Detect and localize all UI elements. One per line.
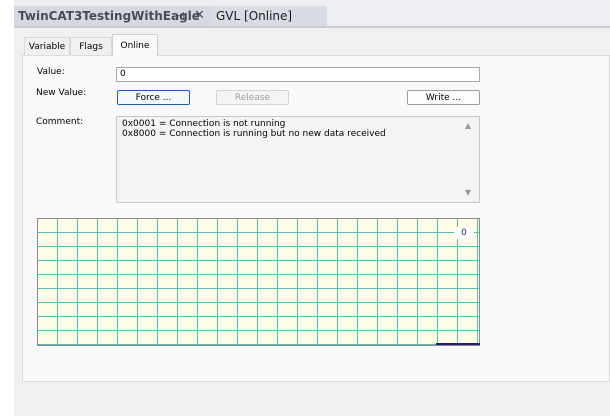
close-icon[interactable]: ✕ — [194, 8, 205, 23]
value-field: 0 — [116, 67, 480, 82]
write-button[interactable]: Write ... — [407, 90, 480, 105]
new-value-label: New Value: — [36, 88, 87, 98]
chart-plot-area — [37, 218, 480, 346]
pin-icon[interactable]: ⊣ — [176, 11, 185, 22]
chart-value-readout: 0 — [454, 227, 474, 239]
tab-variable[interactable]: Variable — [24, 37, 70, 55]
left-edge-panel — [0, 0, 15, 416]
scroll-up-icon[interactable]: ▲ — [465, 121, 471, 130]
document-tab-gvl[interactable]: GVL [Online] — [212, 6, 327, 26]
value-label: Value: — [37, 67, 65, 77]
force-button[interactable]: Force ... — [117, 90, 190, 105]
tab-flags[interactable]: Flags — [70, 37, 112, 55]
comment-label: Comment: — [36, 117, 84, 127]
release-button[interactable]: Release — [216, 90, 289, 105]
comment-line: 0x8000 = Connection is running but no ne… — [122, 129, 386, 139]
online-trend-chart — [37, 218, 480, 346]
comment-line: 0x0001 = Connection is not running — [122, 119, 286, 129]
document-tab-gvl-title: GVL [Online] — [216, 9, 293, 23]
document-tab-project-title: TwinCAT3TestingWithEagle — [18, 9, 200, 23]
tab-online[interactable]: Online — [112, 34, 158, 56]
scroll-down-icon[interactable]: ▼ — [465, 188, 471, 197]
